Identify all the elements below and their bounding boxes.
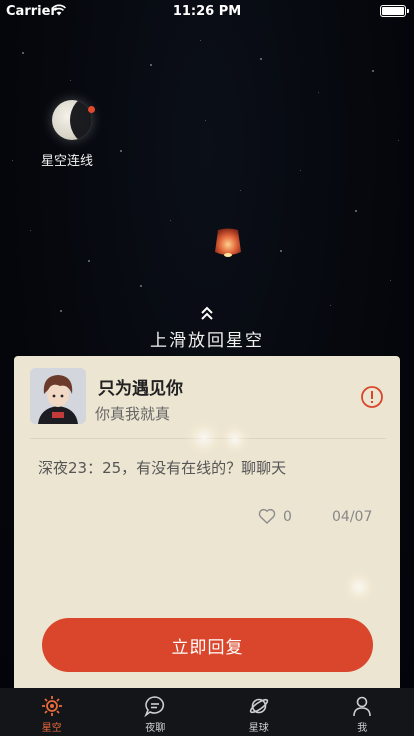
username: 只为遇见你 [98,379,183,399]
avatar[interactable] [30,368,86,424]
message-card: 只为遇见你 你真我就真 深夜23：25，有没有在线的？聊聊天 0 04/07 立… [14,356,400,688]
sun-icon [41,696,62,716]
tab-starry-sky[interactable]: 星空 [0,688,104,736]
lantern-glow-decoration [344,570,374,604]
swipe-hint-text: 上滑放回星空 [150,331,264,351]
like-count: 0 [283,509,292,525]
battery-icon [380,5,409,17]
clock: 11:26 PM [172,4,242,19]
tab-label: 夜聊 [145,723,166,734]
moon-icon [52,100,92,140]
post-date: 04/07 [332,509,373,525]
tab-label: 星空 [41,723,62,734]
star-connect-label: 星空连线 [40,154,93,169]
avatar-illustration [30,368,86,424]
tab-planet[interactable]: 星球 [207,688,311,736]
chat-bubble-icon [144,696,165,717]
tab-night-chat[interactable]: 夜聊 [104,688,208,736]
person-icon [353,696,372,717]
report-alert-icon[interactable] [360,385,384,409]
tab-me[interactable]: 我 [311,688,414,736]
lantern-glow-decoration [186,420,222,456]
notification-dot [88,106,95,113]
bottom-tab-bar: 星空 夜聊 星球 我 [0,688,414,736]
tab-label: 我 [357,723,368,734]
heart-icon[interactable] [258,508,276,524]
planet-icon [249,698,268,714]
star-connect-entry[interactable]: 星空连线 [41,100,102,169]
double-chevron-up-icon [201,306,213,320]
sky-lantern-icon[interactable] [213,228,243,262]
swipe-up-hint[interactable]: 上滑放回星空 [0,305,414,351]
reply-now-button[interactable]: 立即回复 [42,618,373,672]
user-tagline: 你真我就真 [95,405,171,423]
message-text: 深夜23：25，有没有在线的？聊聊天 [38,459,287,477]
status-bar: Carrier 11:26 PM [0,0,414,22]
tab-label: 星球 [248,723,269,734]
lantern-glow-decoration [220,424,250,454]
